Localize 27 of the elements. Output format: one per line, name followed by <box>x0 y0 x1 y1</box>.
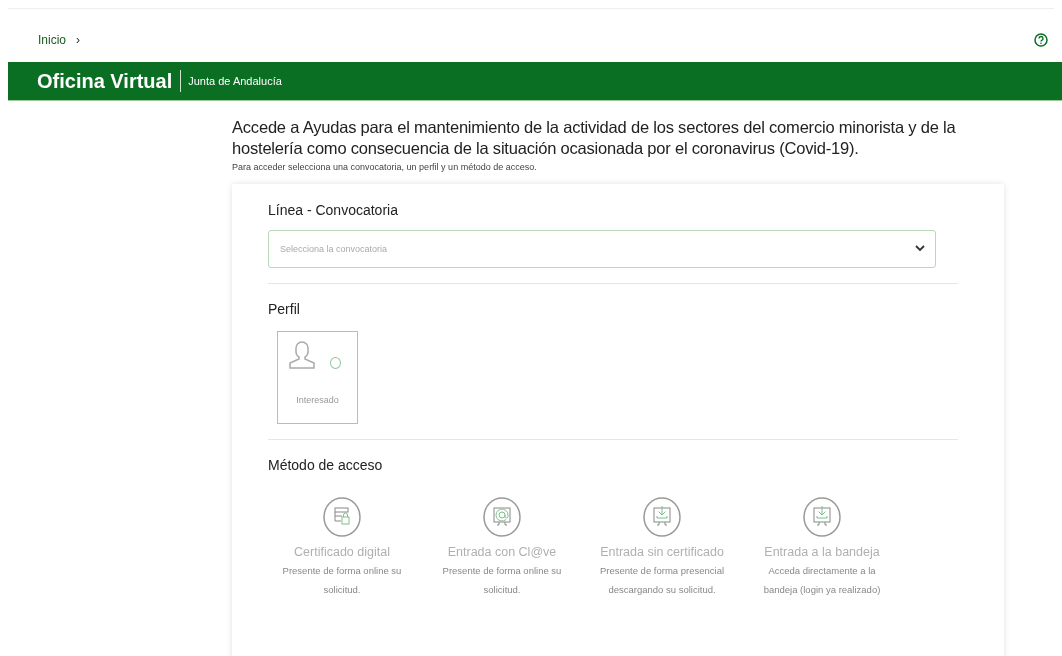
method-title[interactable]: Entrada con Cl@ve <box>447 544 557 559</box>
monitor-at-icon[interactable] <box>482 496 522 537</box>
chevron-down-icon <box>915 245 925 253</box>
convocatoria-select[interactable]: Selecciona la convocatoria <box>268 229 936 268</box>
method-description: Presente de forma presencial descargando su solicitud. <box>598 563 726 597</box>
certificate-icon[interactable] <box>322 496 362 537</box>
method-description: Acceda directamente a la bandeja (login ya realizado) <box>762 563 882 597</box>
section-heading: Perfil <box>268 300 301 317</box>
breadcrumb-link[interactable]: Inicio <box>38 32 66 47</box>
page-subtitle: Para acceder selecciona una convocatoria, un perfil y un método de acceso. <box>232 161 538 172</box>
method-title[interactable]: Certificado digital <box>294 544 390 559</box>
breadcrumb-separator: › <box>76 32 80 47</box>
site-title[interactable]: Oficina Virtual <box>37 69 173 93</box>
monitor-download-icon[interactable] <box>642 496 682 537</box>
person-icon <box>288 339 316 370</box>
section-heading: Método de acceso <box>268 456 384 473</box>
method-title[interactable]: Entrada sin certificado <box>600 544 724 559</box>
monitor-download-icon[interactable] <box>802 496 842 537</box>
method-title[interactable]: Entrada a la bandeja <box>764 544 880 559</box>
page-title: Accede a Ayudas para el mantenimiento de la actividad de los sectores del comercio minorista y de la hostelería como consecuencia de la situación ocasionada por el coronavirus (Covid-19). <box>232 117 957 160</box>
section-heading: Línea - Convocatoria <box>268 201 399 218</box>
help-icon[interactable] <box>1034 32 1048 47</box>
method-description: Presente de forma online su solicitud. <box>281 563 403 597</box>
site-subtitle: Junta de Andalucía <box>188 75 282 87</box>
method-description: Presente de forma online su solicitud. <box>441 563 563 597</box>
profile-option[interactable]: Interesado <box>277 330 358 424</box>
profile-label: Interesado <box>296 394 339 405</box>
